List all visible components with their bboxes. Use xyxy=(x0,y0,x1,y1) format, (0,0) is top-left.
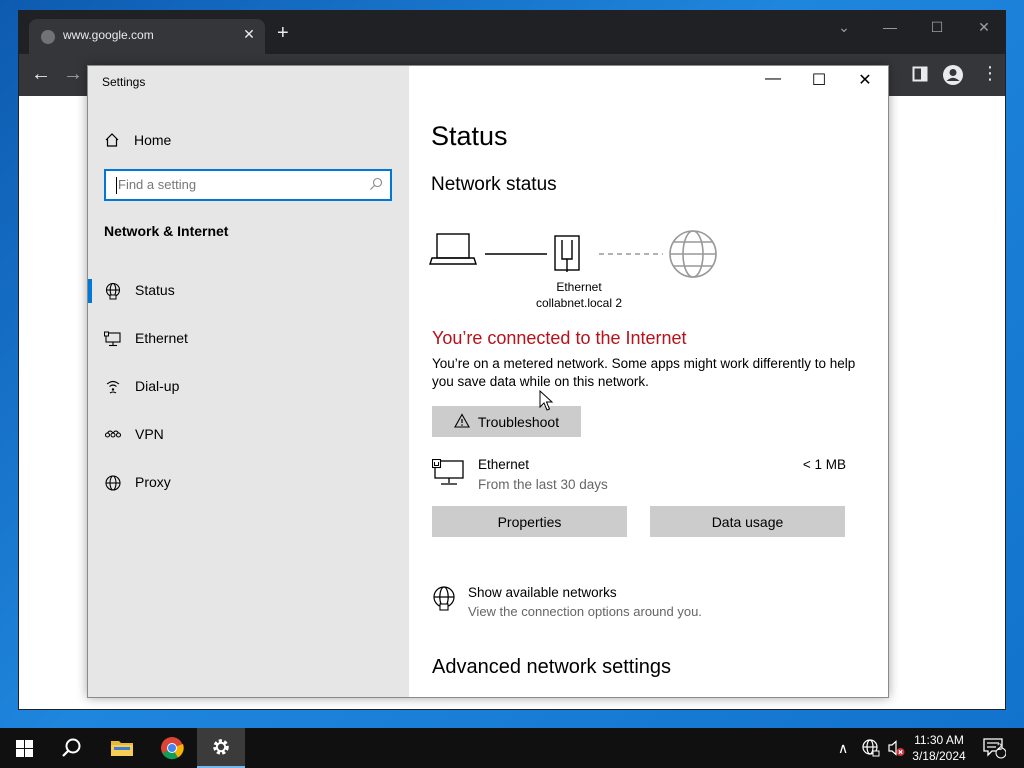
network-tray-icon[interactable] xyxy=(861,728,881,768)
settings-content: Status Network status Ethernet collabnet… xyxy=(409,66,888,697)
sidebar-item-label: Dial-up xyxy=(135,378,180,394)
adapter-name: Ethernet xyxy=(556,280,602,294)
folder-icon xyxy=(111,741,133,756)
taskbar-clock[interactable]: 11:30 AM 3/18/2024 xyxy=(904,732,974,764)
sidebar-item-label: Status xyxy=(135,282,175,298)
new-tab-button[interactable]: + xyxy=(277,23,289,43)
taskbar-chrome[interactable] xyxy=(148,728,196,768)
home-label: Home xyxy=(134,132,172,148)
settings-sidebar: Settings Home Find a setting Network & I… xyxy=(88,66,409,697)
active-indicator xyxy=(88,279,92,303)
adapter-label: Ethernet collabnet.local 2 xyxy=(509,279,649,311)
ethernet-pc-icon xyxy=(431,458,466,492)
back-button[interactable]: ← xyxy=(31,63,51,86)
clock-time: 11:30 AM xyxy=(914,733,964,747)
taskbar: ∧ 11:30 AM 3/18/2024 2 xyxy=(0,728,1024,768)
usage-adapter-name: Ethernet xyxy=(478,457,530,472)
sidebar-item-label: VPN xyxy=(135,426,164,442)
sidebar-item-label: Proxy xyxy=(135,474,171,490)
text-caret xyxy=(116,177,117,194)
chrome-tab-strip: www.google.com ✕ + ⌄ — ☐ ✕ xyxy=(19,11,1005,54)
section-title: Network & Internet xyxy=(104,223,229,239)
windows-logo-icon xyxy=(15,739,33,757)
tab-search-chevron-icon[interactable]: ⌄ xyxy=(829,19,859,36)
sidebar-item-proxy[interactable]: Proxy xyxy=(88,463,409,503)
sidebar-item-vpn[interactable]: VPN xyxy=(88,415,409,455)
globe-favicon-icon xyxy=(41,30,55,44)
ethernet-icon xyxy=(104,330,122,348)
search-icon xyxy=(62,738,81,757)
network-name: collabnet.local 2 xyxy=(535,296,623,310)
advanced-settings-heading: Advanced network settings xyxy=(432,656,672,678)
warning-icon xyxy=(453,412,470,431)
page-title: Status xyxy=(431,121,508,151)
show-networks-title: Show available networks xyxy=(468,585,617,600)
laptop-icon xyxy=(429,233,477,265)
network-diagram xyxy=(429,230,717,278)
mouse-cursor-icon xyxy=(539,390,553,411)
search-icon xyxy=(368,176,384,197)
settings-search-input[interactable]: Find a setting xyxy=(104,169,392,201)
start-button[interactable] xyxy=(0,728,48,768)
forward-button[interactable]: → xyxy=(63,63,83,86)
dialup-icon xyxy=(104,378,122,396)
properties-label: Properties xyxy=(497,513,562,530)
browser-tab[interactable]: www.google.com ✕ xyxy=(29,19,265,54)
sidebar-item-label: Ethernet xyxy=(135,330,188,346)
show-networks-desc: View the connection options around you. xyxy=(468,604,702,619)
troubleshoot-button[interactable]: Troubleshoot xyxy=(432,406,581,437)
search-placeholder: Find a setting xyxy=(118,177,197,192)
minimize-icon[interactable]: — xyxy=(875,19,905,35)
sidebar-item-status[interactable]: Status xyxy=(88,271,409,311)
data-usage-button[interactable]: Data usage xyxy=(650,506,845,537)
notification-icon xyxy=(983,738,1006,759)
settings-window-title: Settings xyxy=(102,75,146,89)
profile-avatar-icon[interactable] xyxy=(942,64,964,91)
ethernet-port-icon xyxy=(554,235,580,272)
tab-close-icon[interactable]: ✕ xyxy=(241,26,257,43)
maximize-icon[interactable]: ☐ xyxy=(922,19,952,36)
troubleshoot-label: Troubleshoot xyxy=(477,413,560,430)
gear-icon xyxy=(213,739,229,755)
taskbar-file-explorer[interactable] xyxy=(98,728,146,768)
clock-date: 3/18/2024 xyxy=(912,749,966,763)
usage-period: From the last 30 days xyxy=(478,477,608,492)
sidebar-home-link[interactable]: Home xyxy=(104,128,171,152)
vpn-icon xyxy=(104,426,122,444)
close-icon[interactable]: ✕ xyxy=(969,19,999,36)
chrome-icon xyxy=(161,737,184,760)
globe-network-icon xyxy=(104,282,122,300)
usage-amount: < 1 MB xyxy=(802,457,846,472)
metered-description: You’re on a metered network. Some apps m… xyxy=(432,356,856,389)
taskbar-settings[interactable] xyxy=(197,728,245,768)
side-panel-icon[interactable] xyxy=(912,66,928,87)
menu-kebab-icon[interactable]: ⋮ xyxy=(981,63,999,84)
browser-tab-title: www.google.com xyxy=(63,28,154,42)
taskbar-search-button[interactable] xyxy=(48,728,96,768)
settings-window: Settings Home Find a setting Network & I… xyxy=(87,65,889,698)
sidebar-item-dialup[interactable]: Dial-up xyxy=(88,367,409,407)
globe-internet-icon xyxy=(669,230,717,278)
volume-muted-icon[interactable] xyxy=(886,728,906,768)
action-center-button[interactable]: 2 xyxy=(982,728,1006,768)
sidebar-item-ethernet[interactable]: Ethernet xyxy=(88,319,409,359)
show-available-networks-link[interactable]: Show available networks View the connect… xyxy=(432,584,832,624)
connection-status-message: You’re connected to the Internet xyxy=(432,328,687,348)
globe-network-icon xyxy=(432,586,456,617)
globe-icon xyxy=(104,474,122,492)
properties-button[interactable]: Properties xyxy=(432,506,627,537)
home-icon xyxy=(105,133,119,147)
data-usage-row: Ethernet From the last 30 days < 1 MB xyxy=(431,455,846,495)
network-status-heading: Network status xyxy=(431,174,557,195)
show-hidden-icons-chevron[interactable]: ∧ xyxy=(838,728,848,768)
data-usage-label: Data usage xyxy=(711,513,784,530)
notification-count-badge: 2 xyxy=(997,742,1003,752)
